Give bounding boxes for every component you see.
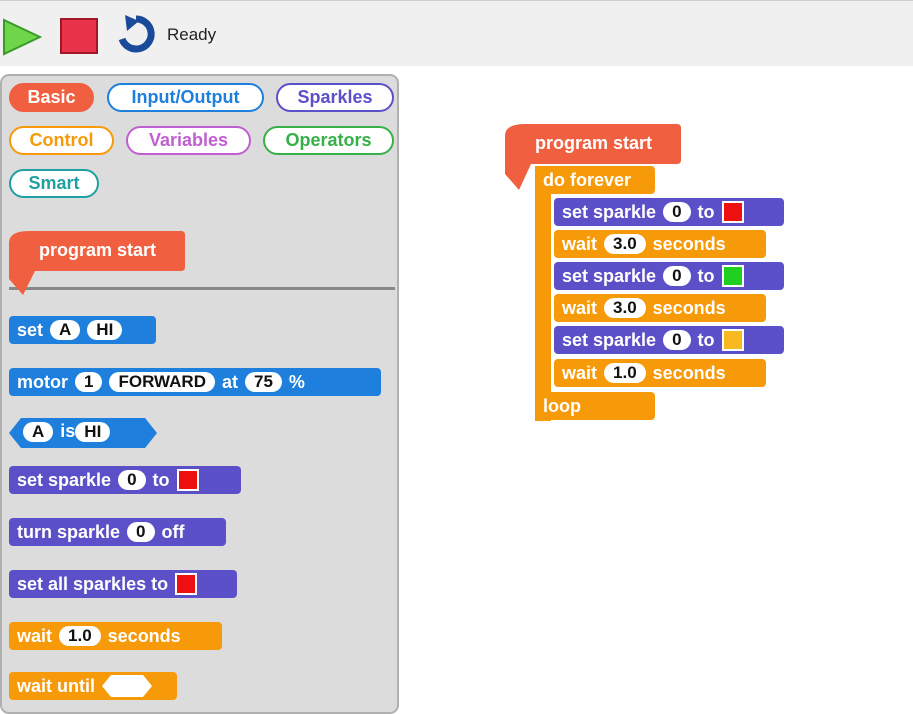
do-forever-arm [535, 166, 551, 421]
sparkle-number-slot[interactable]: 0 [663, 266, 691, 286]
palette-wait-until-block[interactable]: wait until [9, 672, 177, 700]
condition-slot[interactable] [102, 675, 152, 697]
run-icon[interactable] [2, 18, 42, 56]
seconds-slot[interactable]: 1.0 [59, 626, 101, 646]
color-swatch[interactable] [175, 573, 198, 595]
workspace[interactable]: program start do forever loop set sparkl… [405, 66, 913, 695]
palette-wait-block[interactable]: wait 1.0 seconds [9, 622, 222, 650]
reset-icon[interactable] [115, 13, 157, 55]
program-start-label: program start [535, 133, 653, 153]
do-forever-block[interactable]: do forever [535, 166, 655, 194]
sparkle-number-slot[interactable]: 0 [118, 470, 146, 490]
motor-direction-slot[interactable]: FORWARD [109, 372, 215, 392]
motor-number-slot[interactable]: 1 [75, 372, 103, 392]
seconds-slot[interactable]: 1.0 [604, 363, 646, 383]
color-swatch[interactable] [176, 469, 199, 491]
palette-set-all-sparkles-block[interactable]: set all sparkles to [9, 570, 237, 598]
pin-slot[interactable]: A [23, 421, 54, 442]
workspace-set-sparkle-block[interactable]: set sparkle 0 to [554, 262, 784, 290]
level-slot[interactable]: HI [75, 421, 111, 442]
palette-program-start-block[interactable]: program start [9, 231, 185, 295]
palette-turn-sparkle-block[interactable]: turn sparkle 0 off [9, 518, 226, 546]
pin-slot[interactable]: A [50, 320, 81, 340]
category-sparkles[interactable]: Sparkles [276, 83, 394, 112]
color-swatch-green[interactable] [721, 265, 744, 287]
category-smart[interactable]: Smart [9, 169, 99, 198]
category-basic[interactable]: Basic [9, 83, 94, 112]
color-swatch-yellow[interactable] [721, 329, 744, 351]
sparkle-number-slot[interactable]: 0 [663, 202, 691, 222]
workspace-wait-block[interactable]: wait 1.0 seconds [554, 359, 766, 387]
palette-is-block[interactable]: A is HI [9, 418, 157, 448]
program-start-label: program start [39, 240, 157, 260]
seconds-slot[interactable]: 3.0 [604, 234, 646, 254]
color-swatch-red[interactable] [721, 201, 744, 223]
loop-end-block[interactable]: loop [535, 392, 655, 420]
seconds-slot[interactable]: 3.0 [604, 298, 646, 318]
workspace-wait-block[interactable]: wait 3.0 seconds [554, 294, 766, 322]
level-slot[interactable]: HI [87, 320, 123, 340]
motor-speed-slot[interactable]: 75 [245, 372, 282, 392]
category-control[interactable]: Control [9, 126, 114, 155]
palette-set-sparkle-block[interactable]: set sparkle 0 to [9, 466, 241, 494]
block-palette: Basic Input/Output Sparkles Control Vari… [0, 74, 399, 714]
sparkle-number-slot[interactable]: 0 [127, 522, 155, 542]
status-text: Ready [167, 25, 217, 44]
sparkle-number-slot[interactable]: 0 [663, 330, 691, 350]
workspace-wait-block[interactable]: wait 3.0 seconds [554, 230, 766, 258]
palette-set-block[interactable]: set A HI [9, 316, 156, 344]
workspace-set-sparkle-block[interactable]: set sparkle 0 to [554, 326, 784, 354]
category-input-output[interactable]: Input/Output [107, 83, 264, 112]
toolbar: Ready [0, 0, 913, 66]
palette-motor-block[interactable]: motor 1 FORWARD at 75 % [9, 368, 381, 396]
workspace-set-sparkle-block[interactable]: set sparkle 0 to [554, 198, 784, 226]
category-variables[interactable]: Variables [126, 126, 251, 155]
category-operators[interactable]: Operators [263, 126, 394, 155]
stop-icon[interactable] [60, 18, 98, 54]
